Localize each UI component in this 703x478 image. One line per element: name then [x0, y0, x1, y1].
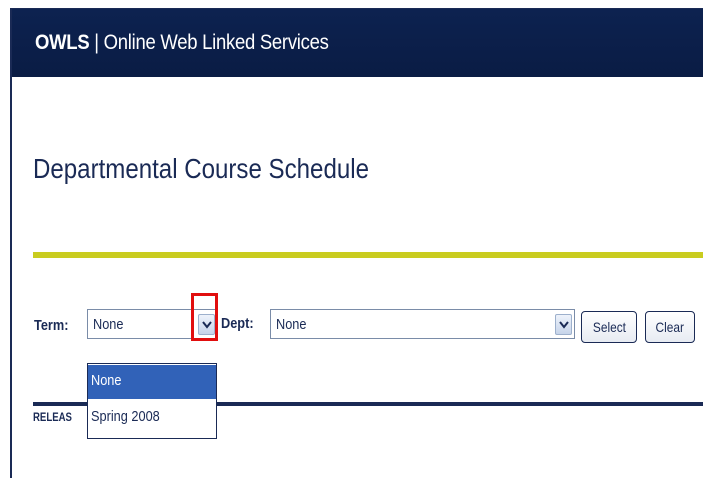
dept-label: Dept: [221, 315, 254, 332]
dept-select-value: None [276, 316, 307, 333]
dept-select[interactable]: None [270, 309, 575, 339]
term-option-none[interactable]: None [88, 365, 216, 399]
brand-rest: | Online Web Linked Services [89, 31, 329, 54]
highlight-annotation-box [191, 293, 218, 341]
yellow-divider [33, 252, 703, 258]
select-button-label: Select [592, 319, 626, 335]
term-label: Term: [34, 317, 69, 334]
chevron-down-icon [559, 321, 569, 329]
term-option-label: None [91, 372, 122, 389]
term-option-label: Spring 2008 [91, 408, 160, 425]
brand-bold: OWLS [35, 31, 90, 54]
term-select-value: None [93, 316, 124, 333]
term-option-spring-2008[interactable]: Spring 2008 [88, 401, 216, 435]
select-button[interactable]: Select [581, 311, 637, 343]
site-header: OWLS | Online Web Linked Services [12, 9, 703, 77]
clear-button-label: Clear [655, 319, 685, 335]
page-title: Departmental Course Schedule [33, 153, 369, 184]
term-dropdown-list: None Spring 2008 [87, 363, 217, 439]
site-brand: OWLS | Online Web Linked Services [35, 31, 329, 55]
release-text: RELEAS [33, 410, 72, 424]
clear-button[interactable]: Clear [645, 311, 695, 343]
dept-dropdown-button[interactable] [555, 314, 572, 335]
